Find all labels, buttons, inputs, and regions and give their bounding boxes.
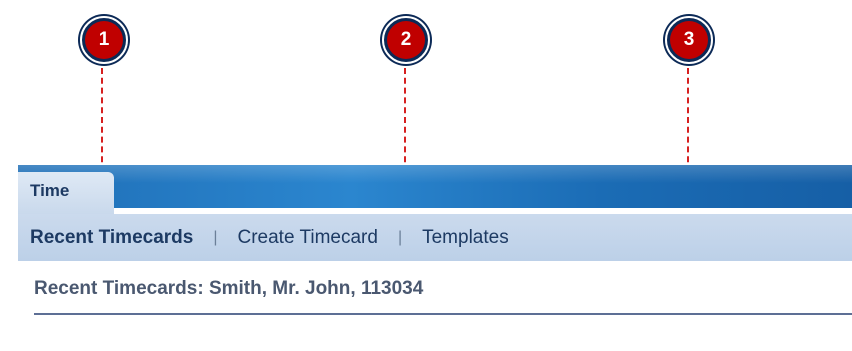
subnav-separator: | [397,228,403,246]
tab-time[interactable]: Time [18,172,114,214]
subnav-create-timecard[interactable]: Create Timecard [238,227,378,249]
callout-number: 3 [670,21,708,59]
callout-badge-1: 1 [80,16,128,64]
callout-number: 1 [85,21,123,59]
subnav-recent-timecards[interactable]: Recent Timecards [30,227,193,249]
callout-leader-line-1 [101,68,103,172]
header-banner [18,165,852,208]
callout-leader-line-3 [687,68,689,172]
subnav-separator: | [213,228,218,246]
tab-label: Time [30,181,70,200]
callout-leader-line-2 [404,68,406,172]
page-title: Recent Timecards: Smith, Mr. John, 11303… [34,278,424,299]
subnav-bar: Recent Timecards | Create Timecard | Tem… [18,214,852,261]
callout-number: 2 [387,21,425,59]
heading-underline [34,313,852,315]
callout-badge-2: 2 [382,16,430,64]
callout-badge-3: 3 [665,16,713,64]
subnav-templates[interactable]: Templates [422,227,509,249]
